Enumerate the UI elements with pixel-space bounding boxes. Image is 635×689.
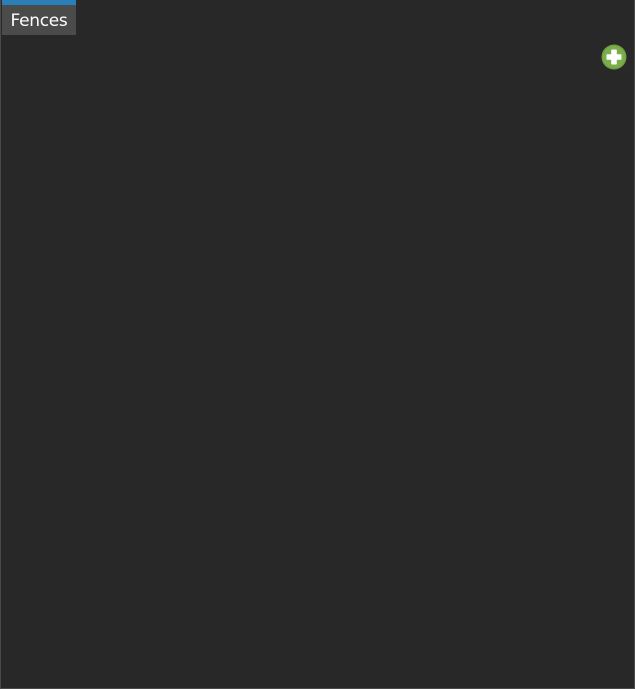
tab-fences[interactable]: Fences	[2, 0, 76, 35]
tab-label: Fences	[10, 11, 68, 31]
plus-circle-icon	[601, 44, 627, 70]
fences-window: Fences	[0, 0, 635, 689]
tab-accent-bar	[2, 0, 76, 5]
add-fence-button[interactable]	[601, 44, 627, 70]
